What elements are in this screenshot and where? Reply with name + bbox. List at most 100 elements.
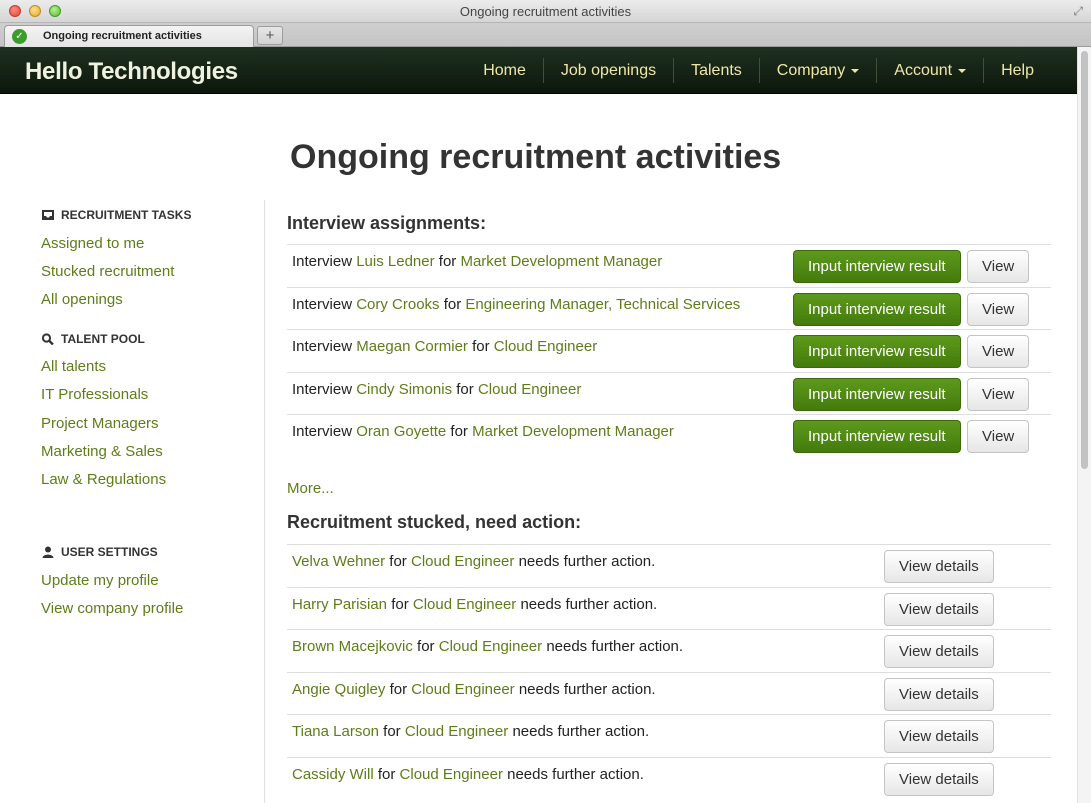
sidebar-link-it-professionals[interactable]: IT Professionals	[41, 386, 148, 403]
candidate-link[interactable]: Cassidy Will	[292, 766, 374, 783]
sidebar-heading-label: USER SETTINGS	[61, 545, 158, 559]
nav-item-label: Help	[1001, 62, 1034, 79]
position-link[interactable]: Cloud Engineer	[400, 766, 503, 783]
stucked-row-text: Brown Macejkovic for Cloud Engineer need…	[292, 638, 683, 655]
content-divider	[264, 200, 265, 803]
view-details-button[interactable]: View details	[884, 720, 994, 753]
fullscreen-icon[interactable]: ⤢	[1073, 4, 1083, 19]
sidebar-link-view-company-profile[interactable]: View company profile	[41, 600, 183, 617]
more-interviews-link[interactable]: More...	[287, 480, 334, 497]
interview-prefix: Interview	[292, 338, 353, 355]
sidebar-link-update-profile[interactable]: Update my profile	[41, 572, 159, 589]
interview-prefix: Interview	[292, 423, 353, 440]
sidebar-link-stucked-recruitment[interactable]: Stucked recruitment	[41, 263, 174, 280]
nav-company[interactable]: Company	[760, 58, 876, 83]
view-button[interactable]: View	[967, 377, 1030, 411]
candidate-link[interactable]: Oran Goyette	[356, 423, 446, 440]
position-link[interactable]: Cloud Engineer	[411, 681, 514, 698]
interview-prefix: Interview	[292, 253, 353, 270]
candidate-link[interactable]: Harry Parisian	[292, 596, 387, 613]
candidate-link[interactable]: Brown Macejkovic	[292, 638, 413, 655]
nav-item-label: Talents	[691, 62, 742, 79]
nav-item-label: Job openings	[560, 62, 657, 79]
view-details-button[interactable]: View details	[884, 550, 994, 583]
chevron-down-icon	[851, 68, 860, 73]
candidate-link[interactable]: Angie Quigley	[292, 681, 385, 698]
interview-assignments-heading: Interview assignments:	[287, 213, 487, 233]
table-row: Cassidy Will for Cloud Engineer needs fu…	[287, 756, 1051, 800]
position-link[interactable]: Market Development Manager	[472, 423, 674, 440]
candidate-link[interactable]: Luis Ledner	[356, 253, 434, 270]
window-titlebar: Ongoing recruitment activities ⤢	[0, 0, 1091, 23]
position-link[interactable]: Cloud Engineer	[478, 381, 581, 398]
candidate-link[interactable]: Cory Crooks	[356, 296, 439, 313]
position-link[interactable]: Cloud Engineer	[494, 338, 597, 355]
input-interview-result-button[interactable]: Input interview result	[793, 250, 961, 283]
suffix-text: needs further action.	[520, 595, 658, 613]
position-link[interactable]: Market Development Manager	[460, 253, 662, 270]
browser-tab-label: Ongoing recruitment activities	[43, 30, 202, 42]
main-nav: Home Job openings Talents Company Account Hel…	[466, 47, 1051, 94]
interview-row-text: Interview Cory Crooks for Engineering Ma…	[292, 296, 740, 313]
sidebar-link-project-managers[interactable]: Project Managers	[41, 415, 159, 432]
interview-prefix: Interview	[292, 380, 353, 398]
view-details-button[interactable]: View details	[884, 635, 994, 668]
stucked-recruitment-heading: Recruitment stucked, need action:	[287, 512, 582, 532]
view-details-button[interactable]: View details	[884, 762, 994, 796]
page-title: Ongoing recruitment activities	[290, 138, 782, 176]
position-link[interactable]: Engineering Manager, Technical Services	[465, 296, 740, 313]
table-row: Angie Quigley for Cloud Engineer needs f…	[287, 671, 1051, 715]
suffix-text: needs further action.	[518, 553, 656, 570]
sidebar-link-all-openings[interactable]: All openings	[41, 291, 123, 308]
interview-assignments-table: Interview Luis Ledner for Market Develop…	[287, 244, 1051, 457]
position-link[interactable]: Cloud Engineer	[439, 638, 542, 655]
sidebar-heading-recruitment-tasks: RECRUITMENT TASKS	[41, 208, 191, 222]
suffix-text: needs further action.	[512, 723, 650, 740]
sidebar-link-law-regulations[interactable]: Law & Regulations	[41, 471, 166, 488]
candidate-link[interactable]: Velva Wehner	[292, 553, 385, 570]
joiner-text: for	[383, 723, 401, 740]
joiner-text: for	[391, 595, 409, 613]
candidate-link[interactable]: Maegan Cormier	[356, 338, 468, 355]
scrollbar-thumb[interactable]	[1081, 51, 1088, 469]
suffix-text: needs further action.	[507, 765, 644, 783]
sidebar-heading-talent-pool: TALENT POOL	[41, 332, 145, 346]
position-link[interactable]: Cloud Engineer	[413, 596, 516, 613]
brand-logo[interactable]: Hello Technologies	[25, 58, 238, 86]
sidebar-link-assigned-to-me[interactable]: Assigned to me	[41, 235, 144, 252]
table-row: Harry Parisian for Cloud Engineer needs …	[287, 586, 1051, 630]
view-details-button[interactable]: View details	[884, 677, 994, 711]
joiner-text: for	[472, 338, 490, 355]
position-link[interactable]: Cloud Engineer	[411, 553, 514, 570]
new-tab-button[interactable]: +	[257, 26, 283, 45]
position-link[interactable]: Cloud Engineer	[405, 723, 508, 740]
stucked-row-text: Tiana Larson for Cloud Engineer needs fu…	[292, 723, 649, 740]
candidate-link[interactable]: Cindy Simonis	[356, 381, 452, 398]
sidebar-link-all-talents[interactable]: All talents	[41, 358, 106, 375]
joiner-text: for	[443, 295, 462, 313]
input-interview-result-button[interactable]: Input interview result	[793, 335, 961, 368]
view-button[interactable]: View	[967, 420, 1030, 453]
vertical-scrollbar[interactable]	[1077, 47, 1091, 803]
joiner-text: for	[438, 253, 457, 270]
candidate-link[interactable]: Tiana Larson	[292, 723, 379, 740]
view-button[interactable]: View	[967, 292, 1030, 326]
view-button[interactable]: View	[967, 335, 1030, 368]
nav-job-openings[interactable]: Job openings	[544, 58, 673, 83]
joiner-text: for	[389, 553, 407, 570]
nav-home[interactable]: Home	[466, 58, 543, 83]
browser-tab[interactable]: ✓ Ongoing recruitment activities	[4, 25, 254, 47]
suffix-text: needs further action.	[518, 680, 656, 698]
nav-help[interactable]: Help	[984, 58, 1051, 83]
joiner-text: for	[377, 765, 396, 783]
input-interview-result-button[interactable]: Input interview result	[793, 420, 961, 453]
joiner-text: for	[389, 680, 408, 698]
nav-talents[interactable]: Talents	[674, 58, 759, 83]
sidebar-link-marketing-sales[interactable]: Marketing & Sales	[41, 443, 163, 460]
stucked-row-text: Angie Quigley for Cloud Engineer needs f…	[292, 681, 656, 698]
input-interview-result-button[interactable]: Input interview result	[793, 292, 961, 326]
input-interview-result-button[interactable]: Input interview result	[793, 377, 961, 411]
view-details-button[interactable]: View details	[884, 592, 994, 626]
view-button[interactable]: View	[967, 250, 1030, 283]
nav-account[interactable]: Account	[877, 58, 983, 83]
